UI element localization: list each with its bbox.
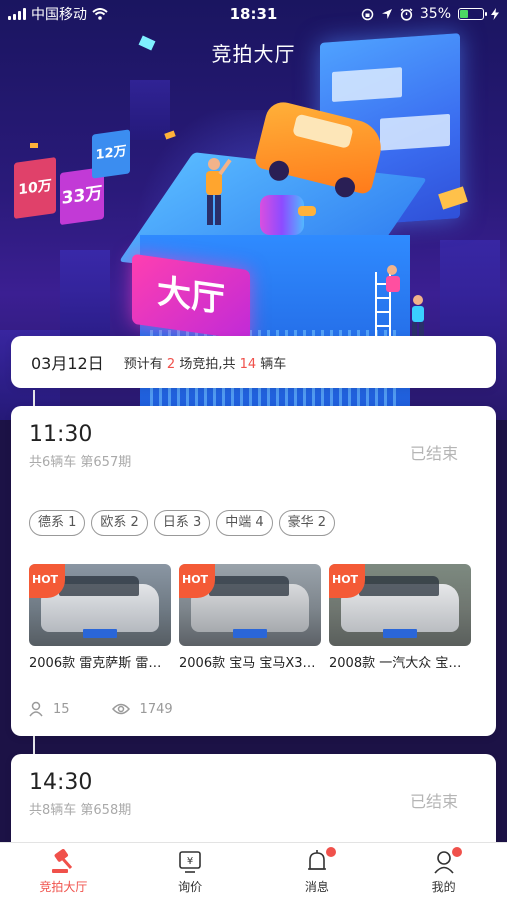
- views-count: 1749: [139, 701, 173, 717]
- price-tag-illustration: 10万: [14, 157, 56, 219]
- car-photo: HOT: [329, 564, 471, 646]
- tab-mine[interactable]: 我的: [380, 843, 507, 900]
- tab-label: 消息: [304, 879, 329, 894]
- category-tag[interactable]: 中端 4: [216, 510, 273, 536]
- session-status: 已结束: [409, 792, 458, 811]
- tab-auction-hall[interactable]: 竞拍大厅: [0, 843, 127, 900]
- bottom-tab-bar: 竞拍大厅 ¥ 询价 消息 我的: [0, 842, 507, 900]
- auction-session-card[interactable]: 14:30 共8辆车 第658期 已结束: [11, 754, 496, 854]
- eye-icon: [111, 703, 130, 715]
- car-count: 14: [239, 356, 257, 372]
- car-item[interactable]: HOT 2008款 一汽大众 宝…: [329, 564, 471, 671]
- summary-prefix: 预计有: [123, 356, 163, 372]
- category-tags: 德系 1 欧系 2 日系 3 中端 4 豪华 2: [29, 510, 478, 536]
- alarm-icon: [400, 7, 413, 21]
- car-name: 2006款 宝马 宝马X3…: [179, 656, 316, 671]
- wifi-icon: [92, 8, 108, 20]
- status-bar: 中国移动 18:31 35%: [0, 0, 507, 28]
- battery-percent: 35%: [419, 6, 451, 22]
- session-status: 已结束: [409, 444, 458, 463]
- auction-summary: 预计有 2 场竞拍,共 14 辆车: [124, 353, 287, 372]
- price-tag-icon: ¥: [179, 850, 201, 873]
- car-list: HOT 2006款 雷克萨斯 雷… HOT 2006款 宝马 宝马X3… HOT…: [29, 564, 478, 671]
- date-summary-card: 03月12日 预计有 2 场竞拍,共 14 辆车: [11, 336, 496, 388]
- battery-icon: [458, 8, 487, 20]
- bg-building: [130, 80, 170, 140]
- signal-icon: [8, 8, 26, 20]
- tab-label: 我的: [431, 879, 456, 894]
- summary-suffix: 辆车: [260, 356, 287, 372]
- person-illustration: [206, 158, 232, 225]
- svg-text:¥: ¥: [187, 856, 193, 867]
- tab-label: 竞拍大厅: [39, 879, 88, 894]
- tab-inquiry[interactable]: ¥ 询价: [127, 843, 254, 900]
- category-tag[interactable]: 欧系 2: [91, 510, 148, 536]
- summary-mid: 场竞拍,共: [179, 356, 236, 372]
- location-icon: [381, 9, 392, 19]
- carrier-label: 中国移动: [31, 7, 87, 23]
- hero-gavel-illustration: [260, 195, 304, 235]
- lock-rotation-icon: [361, 8, 374, 20]
- status-time: 18:31: [229, 5, 278, 23]
- category-tag[interactable]: 德系 1: [29, 510, 86, 536]
- category-tag[interactable]: 豪华 2: [278, 510, 336, 536]
- session-stats: 15 1749: [29, 701, 478, 717]
- page-title: 竞拍大厅: [211, 42, 296, 66]
- car-item[interactable]: HOT 2006款 雷克萨斯 雷…: [29, 564, 171, 671]
- auction-session-card[interactable]: 11:30 共6辆车 第657期 已结束 德系 1 欧系 2 日系 3 中端 4…: [11, 406, 496, 736]
- confetti: [30, 143, 38, 148]
- gavel-icon: [52, 848, 73, 873]
- ladder-illustration: [375, 265, 424, 340]
- tab-messages[interactable]: 消息: [254, 843, 381, 900]
- car-name: 2006款 雷克萨斯 雷…: [29, 656, 162, 671]
- session-count: 2: [166, 356, 176, 372]
- auction-date: 03月12日: [31, 354, 104, 373]
- unread-badge: [452, 847, 463, 857]
- car-name: 2008款 一汽大众 宝…: [329, 656, 462, 671]
- car-photo: HOT: [29, 564, 171, 646]
- charging-icon: [491, 8, 499, 20]
- tab-label: 询价: [178, 879, 203, 894]
- participants-count: 15: [53, 701, 70, 717]
- views-stat: 1749: [111, 701, 173, 717]
- participants-stat: 15: [29, 701, 70, 717]
- person-icon: [29, 701, 43, 717]
- unread-badge: [325, 847, 336, 857]
- hero-gavel-handle: [298, 206, 316, 216]
- price-tag-illustration: 12万: [92, 129, 130, 179]
- car-photo: HOT: [179, 564, 321, 646]
- category-tag[interactable]: 日系 3: [153, 510, 211, 536]
- car-item[interactable]: HOT 2006款 宝马 宝马X3…: [179, 564, 321, 671]
